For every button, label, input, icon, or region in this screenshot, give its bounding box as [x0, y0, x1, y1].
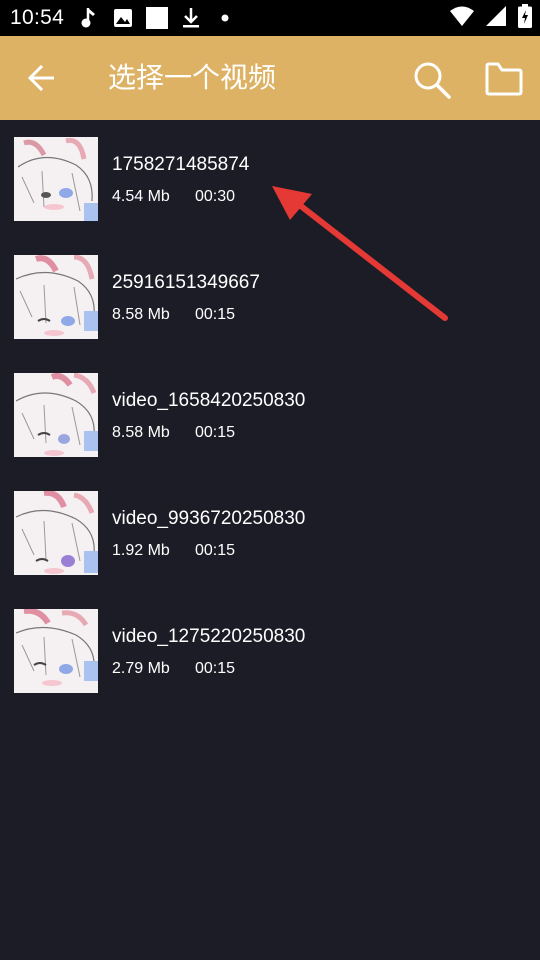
video-name: 1758271485874 [112, 154, 250, 175]
video-duration: 00:15 [195, 660, 236, 677]
status-system-icons [450, 0, 532, 36]
music-note-icon [78, 7, 100, 29]
status-notification-icons [78, 7, 236, 29]
page-title: 选择一个视频 [108, 61, 277, 94]
video-thumbnail [14, 609, 98, 693]
video-thumbnail [14, 373, 98, 457]
video-name: video_1658420250830 [112, 390, 306, 411]
video-size: 8.58 Mb [112, 424, 170, 441]
video-name: video_9936720250830 [112, 508, 306, 529]
video-duration: 00:15 [195, 424, 236, 441]
video-duration: 00:30 [195, 188, 236, 205]
video-name: 25916151349667 [112, 272, 260, 293]
status-bar: 10:54 [0, 0, 540, 36]
video-size: 4.54 Mb [112, 188, 170, 205]
video-size: 2.79 Mb [112, 660, 170, 677]
video-duration: 00:15 [195, 306, 236, 323]
dot-icon [214, 7, 236, 29]
back-arrow-icon[interactable] [26, 62, 58, 94]
toolbar: 选择一个视频 [0, 36, 540, 120]
video-thumbnail [14, 255, 98, 339]
image-icon [112, 7, 134, 29]
video-duration: 00:15 [195, 542, 236, 559]
video-list-item[interactable]: video_9936720250830 1.92 Mb 00:15 [0, 474, 540, 592]
download-icon [180, 7, 202, 29]
video-thumbnail [14, 491, 98, 575]
wifi-icon [450, 6, 474, 30]
video-list: 1758271485874 4.54 Mb 00:30 259161513496… [0, 120, 540, 710]
status-time: 10:54 [10, 6, 65, 29]
search-icon[interactable] [412, 60, 452, 100]
video-size: 8.58 Mb [112, 306, 170, 323]
video-name: video_1275220250830 [112, 626, 306, 647]
video-list-item[interactable]: video_1658420250830 8.58 Mb 00:15 [0, 356, 540, 474]
signal-icon [486, 6, 506, 30]
video-thumbnail [14, 137, 98, 221]
folder-icon[interactable] [484, 60, 524, 96]
video-size: 1.92 Mb [112, 542, 170, 559]
square-icon [146, 7, 169, 29]
video-list-item[interactable]: 25916151349667 8.58 Mb 00:15 [0, 238, 540, 356]
video-list-item[interactable]: video_1275220250830 2.79 Mb 00:15 [0, 592, 540, 710]
battery-icon [518, 4, 532, 32]
video-list-item[interactable]: 1758271485874 4.54 Mb 00:30 [0, 120, 540, 238]
